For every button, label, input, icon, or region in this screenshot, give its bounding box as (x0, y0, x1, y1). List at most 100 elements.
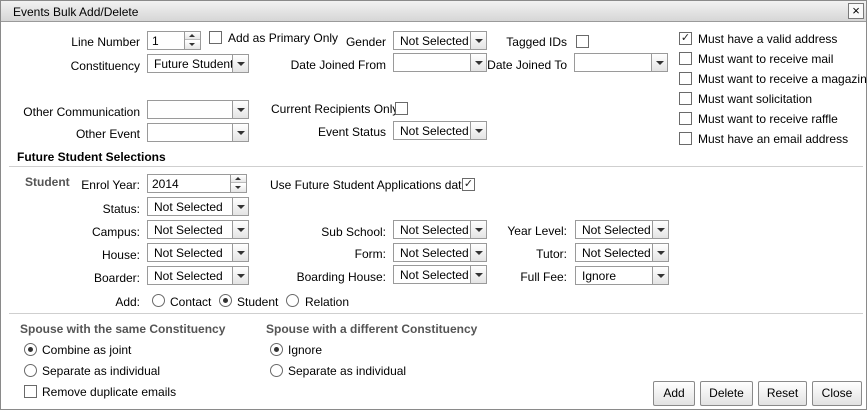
tagged-ids-checkbox[interactable] (576, 35, 589, 48)
chevron-down-icon[interactable] (652, 221, 668, 238)
close-button[interactable]: Close (812, 381, 862, 406)
req-valid-address-label: Must have a valid address (698, 32, 838, 46)
chevron-down-icon[interactable] (470, 122, 486, 139)
constituency-label: Constituency (70, 59, 140, 73)
date-joined-to-select[interactable] (574, 53, 668, 72)
remove-duplicates-checkbox[interactable] (24, 385, 37, 398)
enrol-year-value: 2014 (152, 177, 179, 191)
chevron-down-icon[interactable] (652, 244, 668, 261)
student-sublabel: Student (25, 175, 70, 189)
house-select[interactable]: Not Selected (147, 243, 249, 262)
chevron-down-icon[interactable] (470, 32, 486, 49)
req-raffle-label: Must want to receive raffle (698, 112, 838, 126)
chevron-down-icon[interactable] (470, 244, 486, 261)
chevron-down-icon[interactable] (232, 101, 248, 118)
enrol-year-stepper[interactable]: 2014 (147, 174, 247, 193)
spouse-diff-separate-radio[interactable] (270, 364, 283, 377)
req-receive-magazine-checkbox[interactable] (679, 72, 692, 85)
add-relation-label: Relation (305, 295, 350, 309)
event-status-select[interactable]: Not Selected (393, 121, 487, 140)
boarder-label: Boarder: (93, 271, 140, 285)
add-button[interactable]: Add (653, 381, 695, 406)
add-relation-radio[interactable] (286, 294, 299, 307)
full-fee-select[interactable]: Ignore (575, 266, 669, 285)
req-receive-mail-checkbox[interactable] (679, 52, 692, 65)
close-icon[interactable]: × (848, 3, 864, 19)
line-number-value: 1 (152, 34, 159, 48)
date-joined-from-label: Date Joined From (290, 58, 386, 72)
chevron-down-icon[interactable] (232, 244, 248, 261)
status-select[interactable]: Not Selected (147, 197, 249, 216)
req-email-checkbox[interactable] (679, 132, 692, 145)
campus-select[interactable]: Not Selected (147, 220, 249, 239)
add-student-radio[interactable] (219, 294, 232, 307)
req-receive-mail-label: Must want to receive mail (698, 52, 834, 66)
chevron-down-icon[interactable] (652, 267, 668, 284)
form-label: Form: (354, 247, 386, 261)
date-joined-from-select[interactable] (393, 53, 487, 72)
chevron-down-icon[interactable] (470, 221, 486, 238)
section-divider (9, 313, 863, 314)
other-event-select[interactable] (147, 123, 249, 142)
spinner-down-icon[interactable] (231, 184, 246, 192)
form-value: Not Selected (400, 246, 469, 260)
tutor-select[interactable]: Not Selected (575, 243, 669, 262)
reset-button[interactable]: Reset (758, 381, 807, 406)
spouse-same-combine-radio[interactable] (24, 343, 37, 356)
campus-value: Not Selected (154, 223, 223, 237)
chevron-down-icon[interactable] (470, 54, 486, 71)
window-title: Events Bulk Add/Delete (13, 5, 139, 19)
campus-label: Campus: (91, 225, 140, 239)
constituency-select[interactable]: Future Student (147, 54, 249, 73)
gender-value: Not Selected (400, 34, 469, 48)
req-raffle-checkbox[interactable] (679, 112, 692, 125)
spinner-up-icon[interactable] (231, 175, 246, 183)
form-select[interactable]: Not Selected (393, 243, 487, 262)
chevron-down-icon[interactable] (232, 124, 248, 141)
primary-only-checkbox[interactable] (209, 31, 222, 44)
boarding-house-select[interactable]: Not Selected (393, 265, 487, 284)
add-label: Add: (115, 295, 140, 309)
year-level-select[interactable]: Not Selected (575, 220, 669, 239)
req-valid-address-checkbox[interactable]: ✓ (679, 32, 692, 45)
gender-select[interactable]: Not Selected (393, 31, 487, 50)
add-contact-radio[interactable] (152, 294, 165, 307)
spouse-diff-heading: Spouse with a different Constituency (266, 322, 478, 336)
current-recipients-checkbox[interactable] (395, 102, 408, 115)
chevron-down-icon[interactable] (232, 55, 248, 72)
req-solicitation-checkbox[interactable] (679, 92, 692, 105)
spouse-diff-ignore-radio[interactable] (270, 343, 283, 356)
spinner-up-icon[interactable] (185, 32, 200, 40)
chevron-down-icon[interactable] (232, 267, 248, 284)
line-number-stepper[interactable]: 1 (147, 31, 201, 50)
chevron-down-icon[interactable] (651, 54, 667, 71)
remove-duplicates-label: Remove duplicate emails (42, 385, 177, 399)
delete-button[interactable]: Delete (700, 381, 753, 406)
spinner-arrows-icon[interactable] (184, 32, 200, 49)
add-contact-label: Contact (170, 295, 212, 309)
event-status-label: Event Status (317, 125, 386, 139)
spouse-same-combine-label: Combine as joint (42, 343, 132, 357)
req-solicitation-label: Must want solicitation (698, 92, 813, 106)
chevron-down-icon[interactable] (470, 266, 486, 283)
spouse-same-separate-radio[interactable] (24, 364, 37, 377)
tutor-label: Tutor: (536, 247, 567, 261)
boarder-value: Not Selected (154, 269, 223, 283)
req-email-label: Must have an email address (698, 132, 849, 146)
year-level-label: Year Level: (507, 224, 567, 238)
use-applications-checkbox[interactable]: ✓ (462, 178, 475, 191)
events-bulk-dialog: Events Bulk Add/Delete × Line Number 1 A… (0, 0, 867, 410)
sub-school-select[interactable]: Not Selected (393, 220, 487, 239)
enrol-year-label: Enrol Year: (81, 178, 140, 192)
chevron-down-icon[interactable] (232, 198, 248, 215)
req-receive-magazine-label: Must want to receive a magazine (698, 72, 867, 86)
tutor-value: Not Selected (582, 246, 651, 260)
current-recipients-label: Current Recipients Only (271, 102, 399, 116)
chevron-down-icon[interactable] (232, 221, 248, 238)
spinner-arrows-icon[interactable] (230, 175, 246, 192)
spinner-down-icon[interactable] (185, 41, 200, 49)
other-communication-select[interactable] (147, 100, 249, 119)
spouse-same-heading: Spouse with the same Constituency (20, 322, 226, 336)
line-number-label: Line Number (71, 35, 140, 49)
boarder-select[interactable]: Not Selected (147, 266, 249, 285)
